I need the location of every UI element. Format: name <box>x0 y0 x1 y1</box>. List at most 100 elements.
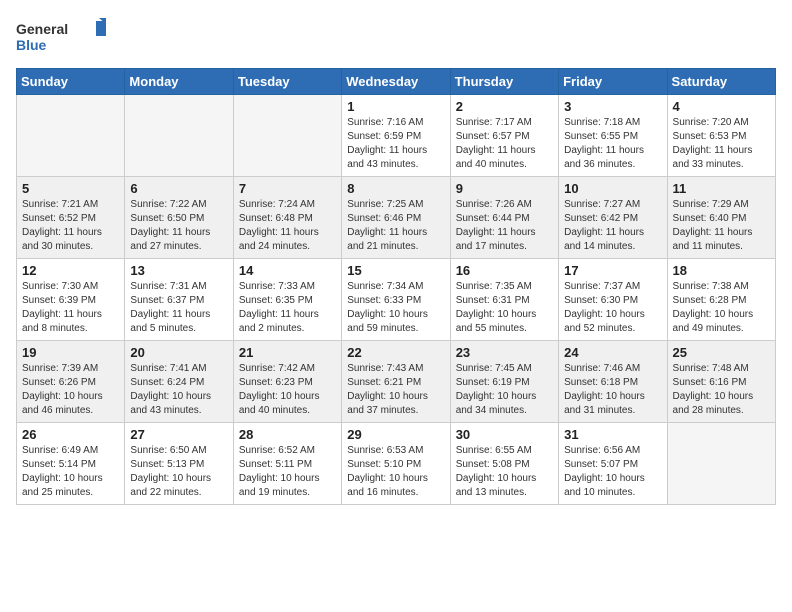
day-info: Sunrise: 7:39 AM Sunset: 6:26 PM Dayligh… <box>22 362 119 418</box>
weekday-header-sunday: Sunday <box>17 69 125 95</box>
week-row-4: 19 Sunrise: 7:39 AM Sunset: 6:26 PM Dayli… <box>17 341 776 423</box>
weekday-header-row: SundayMondayTuesdayWednesdayThursdayFrid… <box>17 69 776 95</box>
day-info: Sunrise: 7:26 AM Sunset: 6:44 PM Dayligh… <box>456 198 553 254</box>
calendar-cell: 22Sunrise: 7:43 AM Sunset: 6:21 PM Dayli… <box>342 341 450 423</box>
weekday-header-monday: Monday <box>125 69 233 95</box>
logo: General Blue <box>16 16 106 56</box>
day-number: 14 <box>239 263 336 278</box>
day-number: 26 <box>22 427 119 442</box>
page-header: General Blue <box>16 16 776 56</box>
day-number: 28 <box>239 427 336 442</box>
day-number: 5 <box>22 181 119 196</box>
calendar-cell: 4 Sunrise: 7:20 AM Sunset: 6:53 PM Daylig… <box>667 95 775 177</box>
calendar-cell: 2 Sunrise: 7:17 AM Sunset: 6:57 PM Daylig… <box>450 95 558 177</box>
day-info: Sunrise: 7:33 AM Sunset: 6:35 PM Dayligh… <box>239 280 336 336</box>
weekday-header-thursday: Thursday <box>450 69 558 95</box>
weekday-header-saturday: Saturday <box>667 69 775 95</box>
day-info: Sunrise: 7:46 AM Sunset: 6:18 PM Dayligh… <box>564 362 661 418</box>
day-info: Sunrise: 7:35 AM Sunset: 6:31 PM Dayligh… <box>456 280 553 336</box>
day-number: 15 <box>347 263 444 278</box>
day-info: Sunrise: 7:38 AM Sunset: 6:28 PM Dayligh… <box>673 280 770 336</box>
day-number: 19 <box>22 345 119 360</box>
day-info: Sunrise: 6:56 AM Sunset: 5:07 PM Dayligh… <box>564 444 661 500</box>
calendar-cell: 5 Sunrise: 7:21 AM Sunset: 6:52 PM Daylig… <box>17 177 125 259</box>
calendar-cell: 20 Sunrise: 7:41 AM Sunset: 6:24 PM Dayli… <box>125 341 233 423</box>
day-number: 27 <box>130 427 227 442</box>
weekday-header-friday: Friday <box>559 69 667 95</box>
day-number: 10 <box>564 181 661 196</box>
calendar-cell: 10 Sunrise: 7:27 AM Sunset: 6:42 PM Dayli… <box>559 177 667 259</box>
day-number: 7 <box>239 181 336 196</box>
calendar-cell: 7 Sunrise: 7:24 AM Sunset: 6:48 PM Daylig… <box>233 177 341 259</box>
calendar-cell: 31Sunrise: 6:56 AM Sunset: 5:07 PM Dayli… <box>559 423 667 505</box>
svg-text:Blue: Blue <box>16 37 47 53</box>
weekday-header-wednesday: Wednesday <box>342 69 450 95</box>
calendar-cell: 26 Sunrise: 6:49 AM Sunset: 5:14 PM Dayli… <box>17 423 125 505</box>
day-number: 9 <box>456 181 553 196</box>
day-info: Sunrise: 7:45 AM Sunset: 6:19 PM Dayligh… <box>456 362 553 418</box>
day-info: Sunrise: 7:24 AM Sunset: 6:48 PM Dayligh… <box>239 198 336 254</box>
day-number: 1 <box>347 99 444 114</box>
calendar-cell: 14 Sunrise: 7:33 AM Sunset: 6:35 PM Dayli… <box>233 259 341 341</box>
calendar-cell: 16Sunrise: 7:35 AM Sunset: 6:31 PM Dayli… <box>450 259 558 341</box>
calendar-cell: 25 Sunrise: 7:48 AM Sunset: 6:16 PM Dayli… <box>667 341 775 423</box>
day-info: Sunrise: 6:49 AM Sunset: 5:14 PM Dayligh… <box>22 444 119 500</box>
day-number: 8 <box>347 181 444 196</box>
calendar-cell: 9 Sunrise: 7:26 AM Sunset: 6:44 PM Daylig… <box>450 177 558 259</box>
day-number: 20 <box>130 345 227 360</box>
week-row-3: 12 Sunrise: 7:30 AM Sunset: 6:39 PM Dayli… <box>17 259 776 341</box>
calendar-cell <box>233 95 341 177</box>
svg-text:General: General <box>16 21 68 37</box>
day-info: Sunrise: 7:29 AM Sunset: 6:40 PM Dayligh… <box>673 198 770 254</box>
day-number: 13 <box>130 263 227 278</box>
weekday-header-tuesday: Tuesday <box>233 69 341 95</box>
calendar-cell <box>17 95 125 177</box>
calendar-table: SundayMondayTuesdayWednesdayThursdayFrid… <box>16 68 776 505</box>
day-info: Sunrise: 7:17 AM Sunset: 6:57 PM Dayligh… <box>456 116 553 172</box>
day-number: 29 <box>347 427 444 442</box>
day-number: 25 <box>673 345 770 360</box>
day-info: Sunrise: 7:48 AM Sunset: 6:16 PM Dayligh… <box>673 362 770 418</box>
day-info: Sunrise: 7:30 AM Sunset: 6:39 PM Dayligh… <box>22 280 119 336</box>
day-info: Sunrise: 7:22 AM Sunset: 6:50 PM Dayligh… <box>130 198 227 254</box>
day-number: 12 <box>22 263 119 278</box>
calendar-cell: 28 Sunrise: 6:52 AM Sunset: 5:11 PM Dayli… <box>233 423 341 505</box>
day-number: 11 <box>673 181 770 196</box>
week-row-5: 26 Sunrise: 6:49 AM Sunset: 5:14 PM Dayli… <box>17 423 776 505</box>
day-info: Sunrise: 7:31 AM Sunset: 6:37 PM Dayligh… <box>130 280 227 336</box>
day-number: 2 <box>456 99 553 114</box>
calendar-cell <box>125 95 233 177</box>
calendar-cell: 21 Sunrise: 7:42 AM Sunset: 6:23 PM Dayli… <box>233 341 341 423</box>
day-info: Sunrise: 6:53 AM Sunset: 5:10 PM Dayligh… <box>347 444 444 500</box>
calendar-cell: 6Sunrise: 7:22 AM Sunset: 6:50 PM Daylig… <box>125 177 233 259</box>
calendar-cell: 17Sunrise: 7:37 AM Sunset: 6:30 PM Dayli… <box>559 259 667 341</box>
day-number: 23 <box>456 345 553 360</box>
calendar-cell: 13 Sunrise: 7:31 AM Sunset: 6:37 PM Dayli… <box>125 259 233 341</box>
day-info: Sunrise: 7:20 AM Sunset: 6:53 PM Dayligh… <box>673 116 770 172</box>
day-info: Sunrise: 7:18 AM Sunset: 6:55 PM Dayligh… <box>564 116 661 172</box>
day-info: Sunrise: 6:52 AM Sunset: 5:11 PM Dayligh… <box>239 444 336 500</box>
calendar-cell: 12 Sunrise: 7:30 AM Sunset: 6:39 PM Dayli… <box>17 259 125 341</box>
day-info: Sunrise: 7:42 AM Sunset: 6:23 PM Dayligh… <box>239 362 336 418</box>
day-number: 4 <box>673 99 770 114</box>
day-info: Sunrise: 6:50 AM Sunset: 5:13 PM Dayligh… <box>130 444 227 500</box>
day-info: Sunrise: 7:25 AM Sunset: 6:46 PM Dayligh… <box>347 198 444 254</box>
day-info: Sunrise: 7:27 AM Sunset: 6:42 PM Dayligh… <box>564 198 661 254</box>
day-number: 24 <box>564 345 661 360</box>
calendar-cell: 1 Sunrise: 7:16 AM Sunset: 6:59 PM Daylig… <box>342 95 450 177</box>
day-number: 18 <box>673 263 770 278</box>
day-info: Sunrise: 6:55 AM Sunset: 5:08 PM Dayligh… <box>456 444 553 500</box>
day-number: 21 <box>239 345 336 360</box>
calendar-cell: 30Sunrise: 6:55 AM Sunset: 5:08 PM Dayli… <box>450 423 558 505</box>
day-info: Sunrise: 7:41 AM Sunset: 6:24 PM Dayligh… <box>130 362 227 418</box>
day-info: Sunrise: 7:21 AM Sunset: 6:52 PM Dayligh… <box>22 198 119 254</box>
calendar-cell: 19 Sunrise: 7:39 AM Sunset: 6:26 PM Dayli… <box>17 341 125 423</box>
calendar-cell: 23 Sunrise: 7:45 AM Sunset: 6:19 PM Dayli… <box>450 341 558 423</box>
week-row-2: 5 Sunrise: 7:21 AM Sunset: 6:52 PM Daylig… <box>17 177 776 259</box>
week-row-1: 1 Sunrise: 7:16 AM Sunset: 6:59 PM Daylig… <box>17 95 776 177</box>
day-number: 22 <box>347 345 444 360</box>
calendar-cell: 27 Sunrise: 6:50 AM Sunset: 5:13 PM Dayli… <box>125 423 233 505</box>
day-info: Sunrise: 7:16 AM Sunset: 6:59 PM Dayligh… <box>347 116 444 172</box>
day-number: 3 <box>564 99 661 114</box>
calendar-cell: 8 Sunrise: 7:25 AM Sunset: 6:46 PM Daylig… <box>342 177 450 259</box>
